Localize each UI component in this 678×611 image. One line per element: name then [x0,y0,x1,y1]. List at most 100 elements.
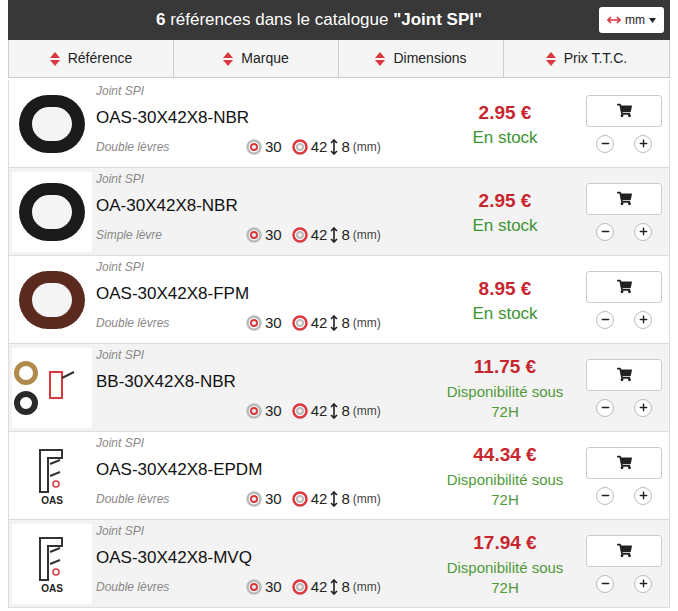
outer-diameter-icon [292,315,308,331]
product-lips: Double lèvres [96,490,246,508]
product-price: 2.95 € [479,99,532,128]
add-to-cart-button[interactable] [586,447,662,479]
product-row[interactable]: Joint SPI BB-30X42X8-NBR 30428(mm) 11.75 €D… [9,344,669,432]
product-image [12,260,92,340]
product-lips: Double lèvres [96,578,246,596]
sort-icon [375,52,385,66]
product-lips: Double lèvres [96,138,246,156]
add-to-cart-button[interactable] [586,359,662,391]
product-dimensions: 30428(mm) [246,576,381,599]
decrease-button[interactable] [596,487,614,505]
decrease-button[interactable] [596,135,614,153]
product-price: 8.95 € [479,275,532,304]
product-row[interactable]: OASJoint SPIOAS-30X42X8-EPDMDouble lèvre… [9,432,669,520]
product-dimensions: 30428(mm) [246,400,381,423]
unit-selector[interactable]: mm [599,7,664,33]
width-icon [330,227,338,243]
plus-icon [638,578,649,589]
sort-bar: RéférenceMarqueDimensionsPrix T.T.C. [8,40,670,78]
product-image [12,348,92,428]
outer-diameter-icon [292,491,308,507]
outer-diameter-icon [292,227,308,243]
increase-button[interactable] [634,311,652,329]
catalogue-title: 6 références dans le catalogue "Joint SP… [8,7,670,33]
decrease-button[interactable] [596,575,614,593]
caret-down-icon [649,18,656,23]
add-to-cart-button[interactable] [586,95,662,127]
sort-icon [50,52,60,66]
product-lips: Simple lèvre [96,226,246,244]
plus-icon [638,314,649,325]
width-icon [330,315,338,331]
product-category: Joint SPI [96,82,425,100]
minus-icon [600,490,611,501]
cart-icon [617,367,632,382]
product-category: Joint SPI [96,434,425,452]
product-dimensions: 30428(mm) [246,488,381,511]
product-category: Joint SPI [96,258,425,276]
product-availability: En stock [445,304,565,324]
minus-icon [600,314,611,325]
product-dimensions: 30428(mm) [246,312,381,335]
add-to-cart-button[interactable] [586,535,662,567]
increase-button[interactable] [634,487,652,505]
product-image: OAS [12,524,92,604]
product-row[interactable]: Joint SPI OAS-30X42X8-FPM Double lèvres304… [9,256,669,344]
catalogue-header: 6 références dans le catalogue "Joint SP… [8,0,670,40]
product-reference[interactable]: BB-30X42X8-NBR [96,372,425,392]
product-reference[interactable]: OAS-30X42X8-NBR [96,108,425,128]
product-category: Joint SPI [96,170,425,188]
inner-diameter-icon [246,315,262,331]
product-row[interactable]: OASJoint SPIOAS-30X42X8-MVQDouble lèvres… [9,520,669,608]
width-icon [330,403,338,419]
product-list: Joint SPIOAS-30X42X8-NBRDouble lèvres304… [8,80,670,608]
increase-button[interactable] [634,223,652,241]
product-category: Joint SPI [96,346,425,364]
cart-icon [617,543,632,558]
product-row[interactable]: Joint SPIOAS-30X42X8-NBRDouble lèvres304… [9,80,669,168]
width-icon [330,579,338,595]
inner-diameter-icon [246,139,262,155]
add-to-cart-button[interactable] [586,183,662,215]
plus-icon [638,490,649,501]
sort-column[interactable]: Marque [174,40,339,77]
plus-icon [638,402,649,413]
cart-icon [617,455,632,470]
product-reference[interactable]: OA-30X42X8-NBR [96,196,425,216]
minus-icon [600,578,611,589]
increase-button[interactable] [634,135,652,153]
catalogue-page: 6 références dans le catalogue "Joint SP… [0,0,678,611]
plus-icon [638,138,649,149]
product-price: 2.95 € [479,187,532,216]
minus-icon [600,226,611,237]
add-to-cart-button[interactable] [586,271,662,303]
decrease-button[interactable] [596,399,614,417]
sort-icon [546,52,556,66]
product-availability: Disponibilité sous 72H [445,382,565,422]
sort-column[interactable]: Référence [9,40,174,77]
increase-button[interactable] [634,575,652,593]
product-reference[interactable]: OAS-30X42X8-MVQ [96,548,425,568]
product-row[interactable]: Joint SPIOA-30X42X8-NBRSimple lèvre30428… [9,168,669,256]
cart-icon [617,103,632,118]
sort-column[interactable]: Dimensions [339,40,504,77]
inner-diameter-icon [246,491,262,507]
decrease-button[interactable] [596,223,614,241]
decrease-button[interactable] [596,311,614,329]
increase-button[interactable] [634,399,652,417]
outer-diameter-icon [292,403,308,419]
product-image [12,84,92,164]
product-availability: Disponibilité sous 72H [445,470,565,510]
product-availability: Disponibilité sous 72H [445,558,565,598]
product-availability: En stock [445,128,565,148]
width-icon [330,491,338,507]
product-price: 17.94 € [473,529,536,558]
product-reference[interactable]: OAS-30X42X8-FPM [96,284,425,304]
product-reference[interactable]: OAS-30X42X8-EPDM [96,460,425,480]
width-arrows-icon [607,16,621,24]
sort-column[interactable]: Prix T.T.C. [504,40,669,77]
product-lips: Double lèvres [96,314,246,332]
width-icon [330,139,338,155]
inner-diameter-icon [246,579,262,595]
product-price: 11.75 € [474,353,536,382]
